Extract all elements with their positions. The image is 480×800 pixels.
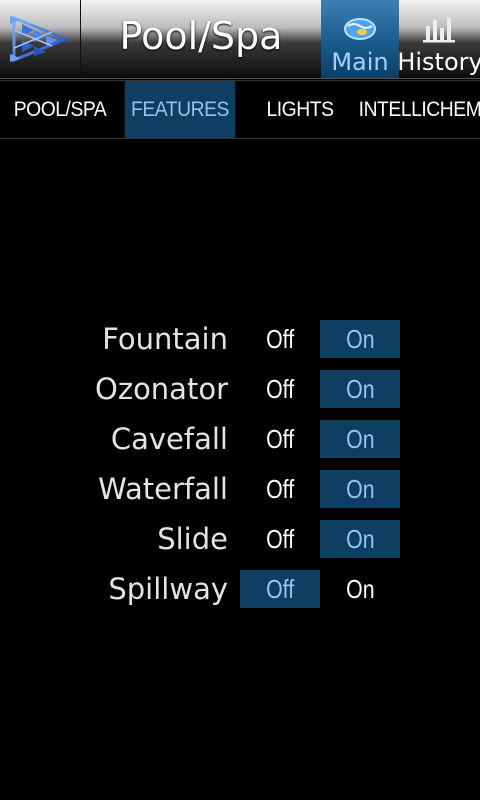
on-label: On <box>345 424 375 454</box>
fountain-on-button[interactable]: On <box>320 320 400 358</box>
feature-row-slide: Slide Off On <box>0 520 480 570</box>
feature-name: Spillway <box>108 572 228 606</box>
tab-pool-spa[interactable]: POOL/SPA <box>5 81 115 138</box>
nav-history-label: History <box>397 48 480 76</box>
on-label: On <box>345 524 375 554</box>
waterfall-off-button[interactable]: Off <box>240 470 320 508</box>
ozonator-off-button[interactable]: Off <box>240 370 320 408</box>
feature-name: Waterfall <box>98 472 228 506</box>
off-label: Off <box>265 324 295 354</box>
tab-features[interactable]: FEATURES <box>124 81 236 138</box>
on-label: On <box>345 574 375 604</box>
features-list: Fountain Off On Ozonator Off On Cavefall… <box>0 320 480 620</box>
waterfall-on-button[interactable]: On <box>320 470 400 508</box>
cavefall-off-button[interactable]: Off <box>240 420 320 458</box>
nav-main-label: Main <box>331 48 389 76</box>
header-bar: Pool/Spa Main History <box>0 0 480 79</box>
nav-main-button[interactable]: Main <box>321 0 399 78</box>
off-label: Off <box>265 524 295 554</box>
ozonator-on-button[interactable]: On <box>320 370 400 408</box>
slide-on-button[interactable]: On <box>320 520 400 558</box>
off-label: Off <box>265 574 295 604</box>
app-logo-icon <box>10 15 71 63</box>
fountain-off-button[interactable]: Off <box>240 320 320 358</box>
page-title: Pool/Spa <box>119 14 283 58</box>
feature-row-fountain: Fountain Off On <box>0 320 480 370</box>
feature-name: Fountain <box>102 322 228 356</box>
feature-name: Slide <box>157 522 228 556</box>
nav-history-button[interactable]: History <box>397 0 480 78</box>
tab-intellichem[interactable]: INTELLICHEM <box>359 81 480 138</box>
app-logo[interactable] <box>0 0 81 78</box>
tab-bar: POOL/SPA FEATURES LIGHTS INTELLICHEM <box>0 80 480 139</box>
cavefall-on-button[interactable]: On <box>320 420 400 458</box>
feature-name: Cavefall <box>110 422 228 456</box>
on-label: On <box>345 324 375 354</box>
off-label: Off <box>265 374 295 404</box>
slide-off-button[interactable]: Off <box>240 520 320 558</box>
feature-row-ozonator: Ozonator Off On <box>0 370 480 420</box>
spillway-off-button[interactable]: Off <box>240 570 320 608</box>
off-label: Off <box>265 474 295 504</box>
bar-chart-icon <box>423 18 455 43</box>
feature-row-spillway: Spillway Off On <box>0 570 480 620</box>
feature-name: Ozonator <box>95 372 228 406</box>
feature-row-cavefall: Cavefall Off On <box>0 420 480 470</box>
on-label: On <box>345 474 375 504</box>
tab-lights[interactable]: LIGHTS <box>245 81 355 138</box>
on-label: On <box>345 374 375 404</box>
off-label: Off <box>265 424 295 454</box>
screen: Pool/Spa Main History POOL/SPA FEATURES <box>0 0 480 800</box>
pool-water-icon <box>344 18 376 40</box>
feature-row-waterfall: Waterfall Off On <box>0 470 480 520</box>
spillway-on-button[interactable]: On <box>320 570 400 608</box>
